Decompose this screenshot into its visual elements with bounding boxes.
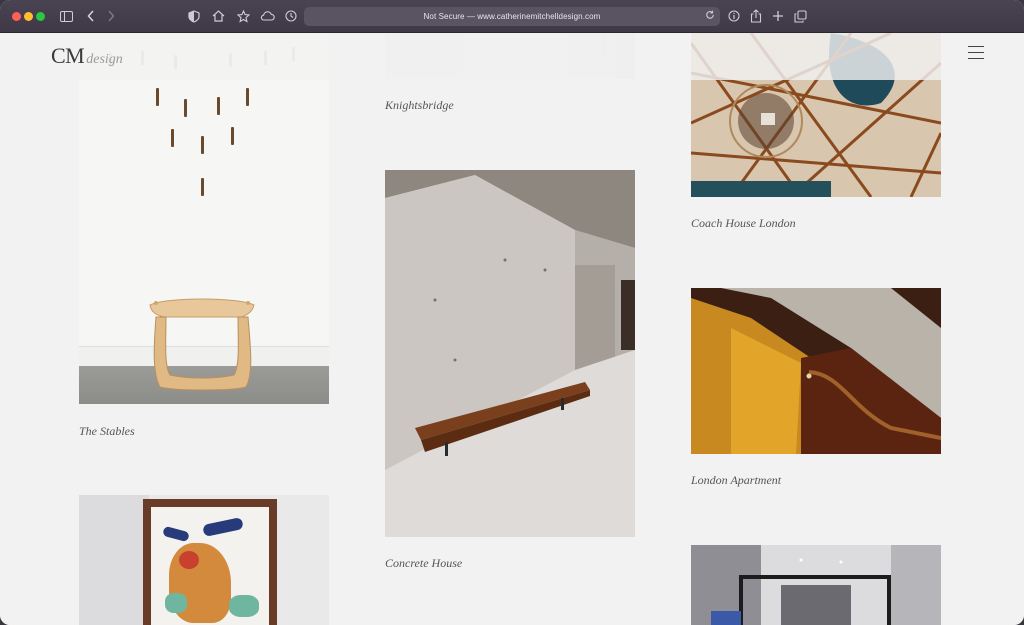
project-caption-coach-house-london[interactable]: Coach House London	[691, 216, 796, 231]
forward-icon[interactable]	[104, 9, 118, 23]
project-caption-concrete-house[interactable]: Concrete House	[385, 556, 462, 571]
page-content: The Stables Knightsbridge Concrete House…	[0, 33, 1024, 625]
project-image-the-stables[interactable]	[79, 33, 329, 404]
tabs-icon[interactable]	[793, 9, 807, 23]
logo-mark: CM	[51, 43, 85, 68]
hamburger-menu-icon[interactable]	[968, 46, 984, 60]
address-bar[interactable]: Not Secure — www.catherinemitchelldesign…	[304, 7, 720, 26]
address-text: Not Secure — www.catherinemitchelldesign…	[423, 12, 601, 21]
project-image-interior[interactable]	[691, 545, 941, 625]
project-caption-knightsbridge[interactable]: Knightsbridge	[385, 98, 454, 113]
cloud-icon[interactable]	[259, 9, 275, 23]
zoom-window-button[interactable]	[36, 12, 45, 21]
project-image-london-apartment[interactable]	[691, 288, 941, 454]
project-caption-london-apartment[interactable]: London Apartment	[691, 473, 781, 488]
minimize-window-button[interactable]	[24, 12, 33, 21]
sidebar-icon[interactable]	[59, 9, 73, 23]
project-image-concrete-house[interactable]	[385, 170, 635, 537]
close-window-button[interactable]	[12, 12, 21, 21]
new-tab-icon[interactable]	[771, 9, 785, 23]
project-caption-the-stables[interactable]: The Stables	[79, 424, 135, 439]
site-header: CM design	[0, 33, 1024, 80]
share-icon[interactable]	[749, 9, 763, 23]
back-icon[interactable]	[84, 9, 98, 23]
logo-wordmark: design	[86, 52, 123, 67]
site-logo[interactable]: CM design	[51, 43, 123, 69]
reload-icon[interactable]	[705, 10, 715, 23]
browser-toolbar: Not Secure — www.catherinemitchelldesign…	[0, 0, 1024, 33]
privacy-icon[interactable]	[187, 9, 201, 23]
history-icon[interactable]	[284, 9, 298, 23]
home-icon[interactable]	[211, 9, 225, 23]
info-icon[interactable]	[727, 9, 741, 23]
project-image-artwork[interactable]	[79, 495, 329, 625]
browser-window: Not Secure — www.catherinemitchelldesign…	[0, 0, 1024, 625]
star-icon[interactable]	[236, 9, 250, 23]
